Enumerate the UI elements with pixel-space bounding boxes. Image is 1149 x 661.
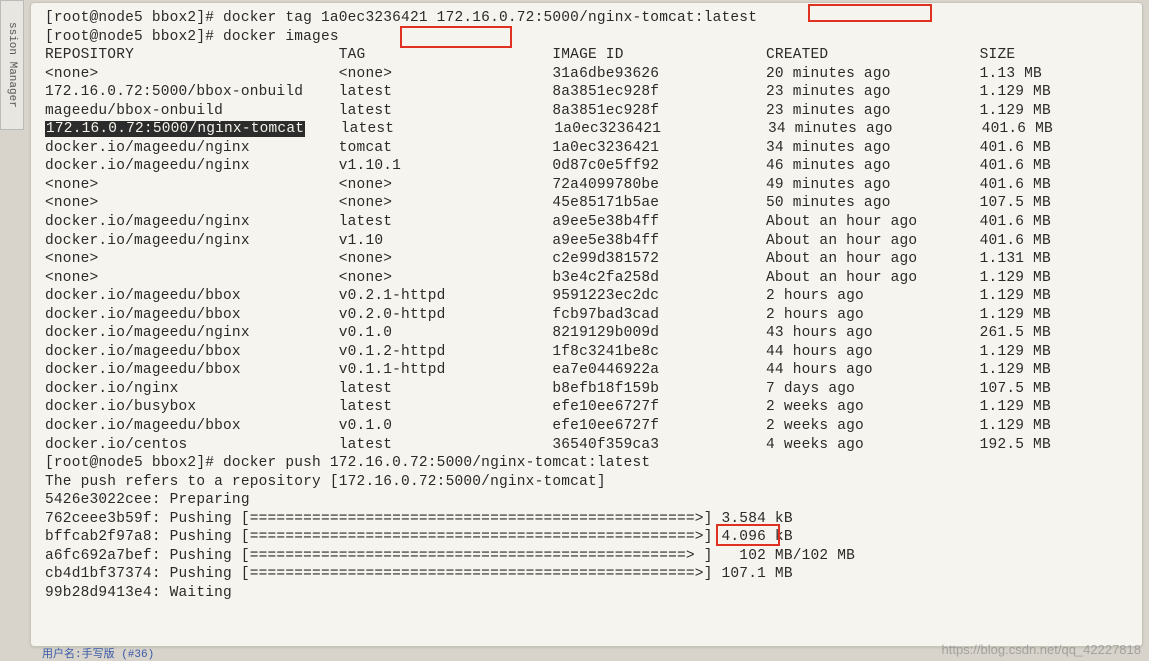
table-row: <none> <none> 31a6dbe93626 20 minutes ag… bbox=[45, 65, 1134, 84]
table-row: docker.io/mageedu/nginx v0.1.0 8219129b0… bbox=[45, 324, 1134, 343]
prompt-line: [root@node5 bbox2]# docker tag 1a0ec3236… bbox=[45, 9, 1134, 28]
table-row: docker.io/mageedu/bbox v0.2.1-httpd 9591… bbox=[45, 287, 1134, 306]
table-row: docker.io/mageedu/bbox v0.2.0-httpd fcb9… bbox=[45, 306, 1134, 325]
table-row: docker.io/nginx latest b8efb18f159b 7 da… bbox=[45, 380, 1134, 399]
table-row: docker.io/centos latest 36540f359ca3 4 w… bbox=[45, 436, 1134, 455]
table-row: docker.io/mageedu/nginx v1.10.1 0d87c0e5… bbox=[45, 157, 1134, 176]
side-panel-tab[interactable]: ssion Manager bbox=[0, 0, 24, 130]
prompt-line: [root@node5 bbox2]# docker images bbox=[45, 28, 1134, 47]
push-refers: The push refers to a repository [172.16.… bbox=[45, 473, 1134, 492]
footer-text: 用户名:手写版 (#36) bbox=[42, 645, 154, 661]
table-header: REPOSITORY TAG IMAGE ID CREATED SIZE bbox=[45, 46, 1134, 65]
push-layer-line: bffcab2f97a8: Pushing [=================… bbox=[45, 528, 1134, 547]
highlighted-repo: 172.16.0.72:5000/nginx-tomcat bbox=[45, 121, 305, 137]
push-layer-line: a6fc692a7bef: Pushing [=================… bbox=[45, 547, 1134, 566]
watermark-text: https://blog.csdn.net/qq_42227818 bbox=[942, 642, 1142, 657]
terminal-content: [root@node5 bbox2]# docker tag 1a0ec3236… bbox=[45, 9, 1134, 603]
table-row: <none> <none> c2e99d381572 About an hour… bbox=[45, 250, 1134, 269]
push-layer-line: cb4d1bf37374: Pushing [=================… bbox=[45, 565, 1134, 584]
table-row: docker.io/mageedu/nginx latest a9ee5e38b… bbox=[45, 213, 1134, 232]
table-row: <none> <none> 45e85171b5ae 50 minutes ag… bbox=[45, 194, 1134, 213]
table-row: docker.io/mageedu/nginx tomcat 1a0ec3236… bbox=[45, 139, 1134, 158]
push-layer-line: 762ceee3b59f: Pushing [=================… bbox=[45, 510, 1134, 529]
table-row: docker.io/mageedu/bbox v0.1.1-httpd ea7e… bbox=[45, 361, 1134, 380]
push-layer-line: 5426e3022cee: Preparing bbox=[45, 491, 1134, 510]
table-row: docker.io/mageedu/bbox v0.1.2-httpd 1f8c… bbox=[45, 343, 1134, 362]
push-layer-line: 99b28d9413e4: Waiting bbox=[45, 584, 1134, 603]
terminal-window[interactable]: [root@node5 bbox2]# docker tag 1a0ec3236… bbox=[30, 2, 1143, 647]
table-row: docker.io/busybox latest efe10ee6727f 2 … bbox=[45, 398, 1134, 417]
table-row: <none> <none> b3e4c2fa258d About an hour… bbox=[45, 269, 1134, 288]
prompt-line: [root@node5 bbox2]# docker push 172.16.0… bbox=[45, 454, 1134, 473]
table-row: docker.io/mageedu/bbox v0.1.0 efe10ee672… bbox=[45, 417, 1134, 436]
side-panel-label: ssion Manager bbox=[6, 22, 18, 108]
table-row: <none> <none> 72a4099780be 49 minutes ag… bbox=[45, 176, 1134, 195]
table-row: 172.16.0.72:5000/nginx-tomcat latest 1a0… bbox=[45, 120, 1134, 139]
table-row: 172.16.0.72:5000/bbox-onbuild latest 8a3… bbox=[45, 83, 1134, 102]
table-row: docker.io/mageedu/nginx v1.10 a9ee5e38b4… bbox=[45, 232, 1134, 251]
table-row: mageedu/bbox-onbuild latest 8a3851ec928f… bbox=[45, 102, 1134, 121]
